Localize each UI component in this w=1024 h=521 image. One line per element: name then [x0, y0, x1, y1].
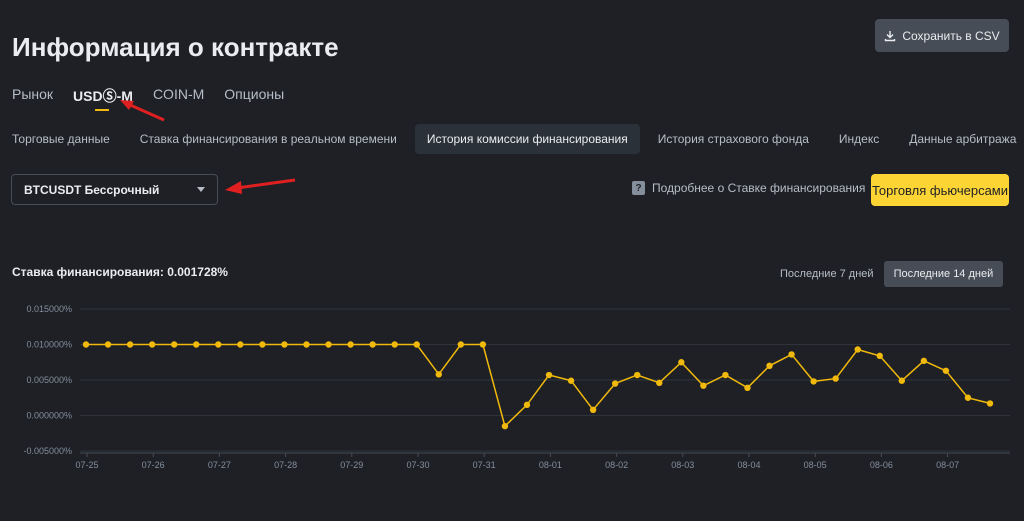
- tab-trading-data[interactable]: Торговые данные: [0, 124, 122, 154]
- data-point: [457, 341, 465, 348]
- funding-rate-value: 0.001728%: [167, 265, 228, 279]
- symbol-select-value: BTCUSDT Бессрочный: [24, 182, 160, 197]
- data-point: [942, 367, 950, 374]
- data-point: [523, 401, 531, 409]
- data-point: [104, 341, 112, 348]
- x-tick-label: 08-07: [936, 460, 959, 470]
- symbol-select[interactable]: BTCUSDT Бессрочный: [11, 174, 218, 205]
- data-point: [832, 375, 839, 382]
- data-point: [413, 341, 420, 348]
- page-title: Информация о контракте: [12, 32, 339, 62]
- series-line: [86, 343, 991, 428]
- tab-coin-m[interactable]: COIN-M: [153, 86, 204, 106]
- y-tick-label: 0.005000%: [26, 375, 72, 385]
- futures-trade-button[interactable]: Торговля фьючерсами: [871, 174, 1009, 206]
- data-point: [501, 422, 509, 430]
- market-tabs: Рынок USDⓈ-M COIN-M Опционы: [12, 86, 284, 111]
- range-14-days-button[interactable]: Последние 14 дней: [883, 261, 1004, 287]
- data-point: [215, 341, 222, 348]
- data-point: [567, 377, 575, 384]
- tab-options[interactable]: Опционы: [224, 86, 284, 106]
- data-point: [479, 341, 487, 348]
- x-tick-label: 07-29: [340, 460, 363, 470]
- data-point: [656, 379, 663, 387]
- data-point: [810, 378, 817, 385]
- y-tick-label: 0.015000%: [26, 304, 72, 314]
- x-tick-label: 07-25: [75, 460, 98, 470]
- caret-down-icon: [197, 187, 205, 192]
- y-tick-label: 0.000000%: [26, 411, 72, 421]
- data-point: [369, 341, 376, 348]
- data-point: [788, 351, 795, 358]
- x-tick-label: 07-28: [274, 460, 297, 470]
- tab-arbitrage-data[interactable]: Данные арбитража: [897, 124, 1024, 154]
- x-tick-label: 07-31: [473, 460, 496, 470]
- data-point: [391, 341, 398, 348]
- annotation-arrow-icon: [225, 178, 296, 194]
- data-point: [303, 341, 310, 348]
- save-csv-label: Сохранить в CSV: [902, 28, 1000, 43]
- data-point: [898, 377, 906, 384]
- data-point: [237, 341, 244, 348]
- data-point: [678, 359, 685, 366]
- data-point: [193, 341, 200, 348]
- data-point: [964, 394, 972, 401]
- tab-funding-history[interactable]: История комиссии финансирования: [414, 124, 640, 154]
- x-tick-label: 08-02: [605, 460, 628, 470]
- data-point: [722, 371, 729, 379]
- tab-usds-m[interactable]: USDⓈ-M: [73, 86, 133, 111]
- data-point: [259, 341, 266, 348]
- tab-realtime-funding[interactable]: Ставка финансирования в реальном времени: [128, 124, 409, 154]
- funding-info-label: Подробнее о Ставке финансирования: [652, 181, 866, 195]
- funding-rate-label: Ставка финансирования: 0.001728%: [12, 265, 228, 279]
- save-csv-button[interactable]: Сохранить в CSV: [875, 19, 1009, 52]
- x-tick-label: 08-06: [870, 460, 893, 470]
- data-point: [281, 341, 288, 348]
- data-point: [347, 341, 354, 348]
- help-icon: ?: [632, 181, 645, 195]
- data-point: [611, 380, 619, 387]
- data-point: [126, 341, 134, 348]
- range-7-days-button[interactable]: Последние 7 дней: [770, 261, 884, 287]
- data-point: [766, 362, 773, 369]
- x-tick-label: 07-30: [406, 460, 429, 470]
- x-tick-label: 07-27: [208, 460, 231, 470]
- x-tick-label: 08-01: [539, 460, 562, 470]
- data-point: [920, 357, 928, 365]
- data-point: [700, 382, 707, 389]
- data-point: [986, 400, 994, 407]
- x-tick-label: 08-04: [737, 460, 760, 470]
- data-point: [545, 371, 553, 379]
- data-point: [325, 341, 332, 348]
- range-selector: Последние 7 дней Последние 14 дней: [770, 261, 1004, 287]
- tab-index[interactable]: Индекс: [827, 124, 891, 154]
- data-point: [82, 341, 90, 348]
- data-point: [435, 371, 442, 378]
- download-icon: [885, 30, 896, 41]
- tab-market[interactable]: Рынок: [12, 86, 53, 106]
- tab-insurance-fund[interactable]: История страхового фонда: [646, 124, 821, 154]
- data-point: [148, 341, 156, 348]
- funding-rate-caption: Ставка финансирования:: [12, 265, 164, 279]
- data-point: [634, 371, 641, 379]
- data-point: [589, 406, 597, 414]
- y-tick-label: -0.005000%: [23, 446, 72, 456]
- funding-info-link[interactable]: ? Подробнее о Ставке финансирования: [632, 181, 865, 195]
- x-tick-label: 08-03: [671, 460, 694, 470]
- funding-rate-chart: -0.005000% 0.000000% 0.005000% 0.010000% 0.0…: [23, 304, 1010, 470]
- sub-tabs: Торговые данные Ставка финансирования в …: [0, 124, 1024, 154]
- x-tick-label: 08-05: [804, 460, 827, 470]
- x-tick-label: 07-26: [142, 460, 165, 470]
- data-point: [854, 346, 861, 353]
- data-point: [744, 384, 751, 392]
- data-point: [876, 352, 883, 360]
- data-point: [170, 341, 178, 348]
- y-tick-label: 0.010000%: [26, 340, 72, 350]
